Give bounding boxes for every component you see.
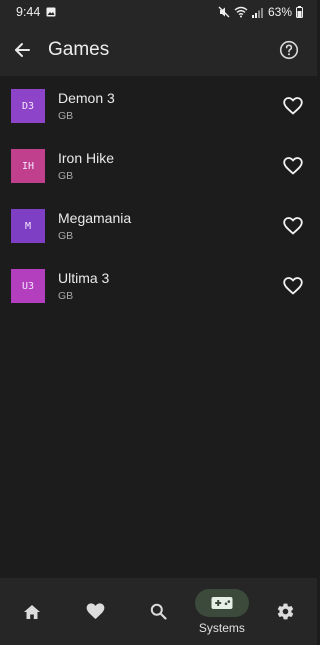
search-icon — [150, 603, 167, 620]
nav-favorites[interactable] — [63, 578, 126, 645]
page-title: Games — [48, 39, 110, 60]
game-row[interactable]: IH Iron Hike GB — [0, 136, 317, 196]
favorite-button[interactable] — [278, 211, 308, 241]
game-thumbnail-text: U3 — [21, 280, 35, 292]
screen: 9:44 63% Games D3 Demon 3 GB IH Iron Hik… — [0, 0, 317, 645]
nav-favorites-pill — [68, 598, 122, 626]
game-name: Demon 3 — [58, 90, 115, 106]
game-system: GB — [58, 230, 74, 242]
game-name: Iron Hike — [58, 150, 115, 166]
battery-icon — [296, 6, 303, 18]
status-time: 9:44 — [16, 5, 41, 19]
game-name: Ultima 3 — [58, 270, 110, 286]
image-notification-icon — [46, 7, 56, 17]
favorite-button[interactable] — [278, 271, 308, 301]
game-system: GB — [58, 170, 74, 182]
help-button[interactable] — [269, 30, 309, 70]
game-system: GB — [58, 290, 74, 302]
game-thumbnail-text: M — [24, 220, 32, 232]
heart-outline-icon — [283, 97, 303, 115]
nav-systems-label: Systems — [198, 620, 245, 635]
game-name: Megamania — [58, 210, 132, 226]
nav-search-pill — [132, 598, 186, 626]
game-thumbnail: M — [11, 209, 45, 243]
heart-outline-icon — [283, 277, 303, 295]
game-text: Demon 3 GB — [58, 89, 115, 123]
nav-home[interactable] — [0, 578, 63, 645]
game-thumbnail: D3 — [11, 89, 45, 123]
game-row[interactable]: M Megamania GB — [0, 196, 317, 256]
gamepad-icon — [211, 596, 233, 609]
wifi-icon — [234, 6, 248, 18]
back-button[interactable] — [2, 30, 42, 70]
gear-icon — [277, 603, 294, 620]
status-bar: 9:44 63% — [0, 0, 317, 24]
game-list: D3 Demon 3 GB IH Iron Hike GB M Megamani… — [0, 76, 317, 316]
game-thumbnail-text: IH — [21, 160, 35, 172]
help-circle-icon — [279, 40, 299, 60]
nav-settings[interactable] — [254, 578, 317, 645]
bottom-navigation: Systems — [0, 578, 317, 645]
battery-percent: 63% — [267, 5, 292, 19]
game-row[interactable]: U3 Ultima 3 GB — [0, 256, 317, 316]
home-icon — [23, 604, 40, 619]
heart-outline-icon — [283, 217, 303, 235]
game-text: Ultima 3 GB — [58, 269, 109, 303]
signal-icon — [251, 7, 263, 18]
app-bar: Games — [0, 24, 317, 76]
arrow-back-icon — [15, 43, 30, 57]
nav-search[interactable] — [127, 578, 190, 645]
game-text: Iron Hike GB — [58, 149, 114, 183]
game-thumbnail: IH — [11, 149, 45, 183]
game-system: GB — [58, 110, 74, 122]
heart-outline-icon — [283, 157, 303, 175]
nav-home-pill — [5, 598, 59, 626]
game-thumbnail: U3 — [11, 269, 45, 303]
mute-icon — [218, 6, 230, 18]
nav-settings-pill — [258, 598, 312, 626]
nav-systems[interactable]: Systems — [190, 578, 253, 645]
heart-icon — [86, 603, 104, 620]
favorite-button[interactable] — [278, 91, 308, 121]
status-icons: 63% — [218, 5, 303, 19]
nav-systems-pill — [194, 588, 249, 617]
game-thumbnail-text: D3 — [21, 100, 35, 112]
game-row[interactable]: D3 Demon 3 GB — [0, 76, 317, 136]
game-text: Megamania GB — [58, 209, 131, 243]
favorite-button[interactable] — [278, 151, 308, 181]
